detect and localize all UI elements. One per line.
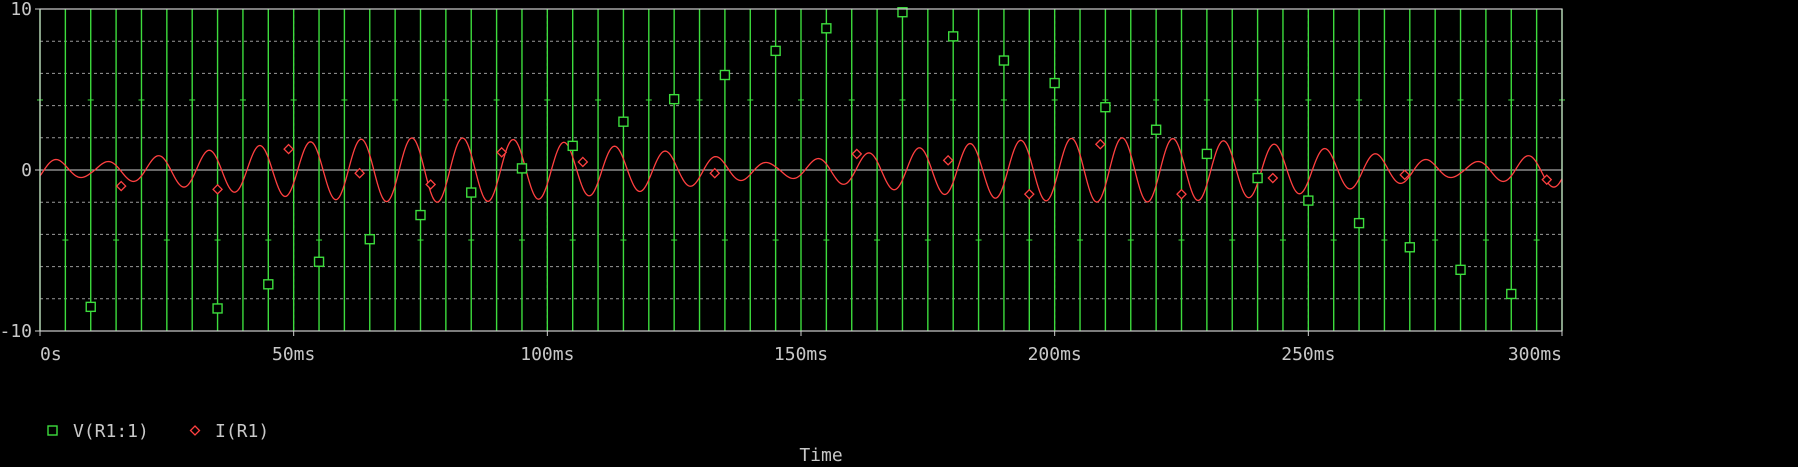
x-tick-label: 50ms <box>272 344 315 365</box>
v-r1-marker <box>1303 195 1314 206</box>
v-r1-marker <box>364 234 375 245</box>
v-r1-marker <box>567 140 578 152</box>
x-tick-label: 250ms <box>1281 344 1335 365</box>
v-r1-marker <box>1201 148 1213 160</box>
x-axis-label: Time <box>799 445 842 466</box>
v-r1-marker <box>770 45 781 57</box>
v-r1-marker <box>948 31 959 42</box>
v-r1-marker <box>1404 242 1416 253</box>
v-r1-marker <box>1049 77 1060 89</box>
v-r1-marker <box>516 163 528 174</box>
v-r1-marker <box>1455 264 1466 276</box>
v-r1-marker <box>821 23 832 34</box>
waveform-plot: 10 0 -10 0s 50ms 100ms 150ms 200ms 250ms 300ms V… <box>0 0 1798 467</box>
legend-marker-v-r1 <box>47 425 58 436</box>
v-r1-marker <box>466 187 477 198</box>
v-r1-marker <box>668 93 680 105</box>
x-tick-label: 100ms <box>520 344 574 365</box>
v-r1-marker <box>1252 172 1263 184</box>
x-tick-label: 150ms <box>774 344 828 365</box>
v-r1-marker <box>1353 217 1365 229</box>
y-tick-label: 10 <box>10 0 32 20</box>
y-tick-label: 0 <box>21 160 32 181</box>
v-r1-marker <box>618 116 629 127</box>
v-r1-marker <box>998 55 1010 66</box>
y-tick-label: -10 <box>0 321 32 342</box>
plot-background <box>0 0 1798 467</box>
v-r1-marker <box>263 279 274 290</box>
x-tick-label: 300ms <box>1508 344 1562 365</box>
v-r1-marker <box>313 256 325 267</box>
legend-label-i-r1: I(R1) <box>215 421 269 442</box>
v-r1-marker <box>1150 124 1162 135</box>
x-tick-label: 0s <box>40 344 62 365</box>
x-tick-label: 200ms <box>1028 344 1082 365</box>
legend-label-v-r1: V(R1:1) <box>73 421 149 442</box>
v-r1-marker <box>85 301 96 313</box>
v-r1-marker <box>1100 102 1111 113</box>
v-r1-marker <box>212 303 223 314</box>
v-r1-marker <box>719 69 731 81</box>
v-r1-marker <box>1506 288 1517 300</box>
v-r1-marker <box>415 209 426 221</box>
